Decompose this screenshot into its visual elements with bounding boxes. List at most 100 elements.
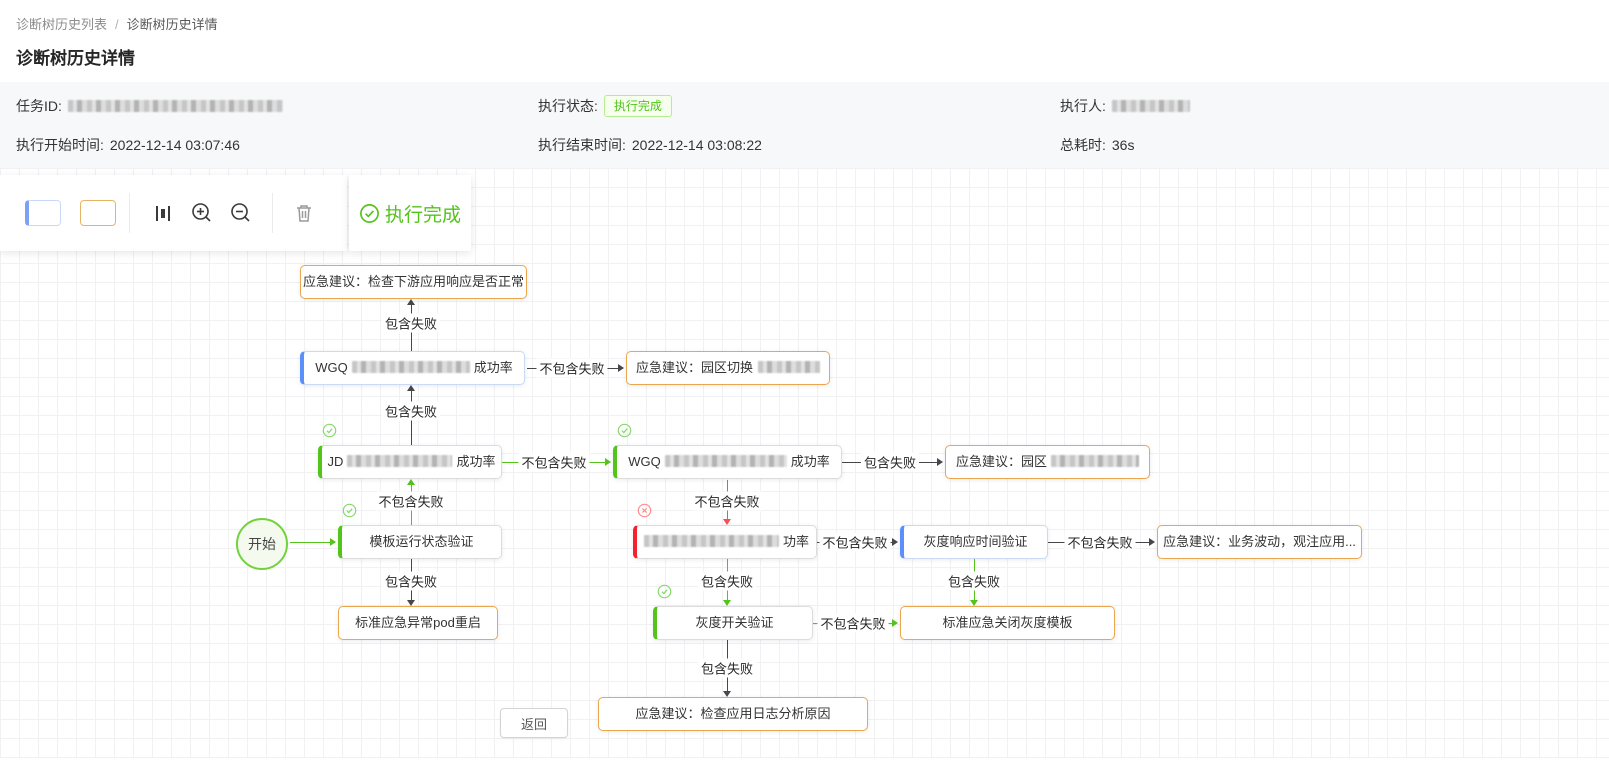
node-label: 灰度开关验证 — [695, 615, 774, 630]
node-close-gray-template[interactable]: 标准应急关闭灰度模板 — [900, 606, 1115, 640]
edge-label: 包含失败 — [381, 401, 441, 421]
start-time-value: 2022-12-14 03:07:46 — [109, 137, 240, 153]
exec-status-badge: 执行完成 — [603, 95, 672, 117]
edge-label: 不包含失败 — [518, 452, 590, 472]
breadcrumb-separator: / — [115, 17, 119, 32]
node-label: 成功率 — [473, 360, 513, 375]
edge-label: 不包含失败 — [691, 491, 763, 511]
page-title: 诊断树历史详情 — [16, 49, 135, 68]
success-status-icon — [342, 503, 357, 518]
task-id-redacted-value — [67, 100, 283, 112]
node-advice-business-fluctuation[interactable]: 应急建议：业务波动，观注应用... — [1157, 525, 1362, 559]
edge-arrow — [937, 458, 943, 466]
redacted-text — [758, 361, 820, 373]
breadcrumb-history-list[interactable]: 诊断树历史列表 — [16, 17, 107, 32]
orange-node-shape-icon[interactable] — [80, 200, 116, 226]
node-label: 应急建议：园区 — [955, 454, 1047, 469]
edge-arrow — [892, 619, 898, 627]
canvas-toolbar — [0, 175, 347, 251]
blue-node-shape-icon[interactable] — [25, 200, 61, 226]
node-advice-check-logs[interactable]: 应急建议：检查应用日志分析原因 — [598, 697, 868, 731]
node-redacted-success-rate[interactable]: 功率 — [633, 525, 817, 559]
success-status-icon — [657, 584, 672, 599]
task-id-label: 任务ID: — [16, 98, 62, 114]
redacted-text — [643, 535, 779, 547]
success-status-icon — [617, 423, 632, 438]
error-status-icon — [637, 503, 652, 518]
node-label: 灰度响应时间验证 — [923, 534, 1028, 549]
executor-label: 执行人: — [1060, 98, 1106, 114]
duration-field: 总耗时: 36s — [1060, 135, 1593, 155]
edge-label: 不包含失败 — [817, 613, 889, 633]
node-gray-response-time-check[interactable]: 灰度响应时间验证 — [900, 525, 1048, 559]
edge-label: 包含失败 — [697, 658, 757, 678]
start-node[interactable]: 开始 — [236, 518, 288, 570]
edge-label: 不包含失败 — [1064, 532, 1136, 552]
node-label: 应急建议：业务波动，观注应用... — [1163, 534, 1356, 549]
fit-view-icon[interactable] — [153, 203, 173, 223]
success-status-icon — [322, 423, 337, 438]
node-wgq-success-rate-1[interactable]: WGQ 成功率 — [300, 351, 525, 385]
node-template-run-status-check[interactable]: 模板运行状态验证 — [338, 525, 502, 559]
toolbar-divider — [272, 193, 273, 233]
redacted-text — [351, 361, 470, 373]
back-button[interactable]: 返回 — [500, 708, 568, 738]
breadcrumb: 诊断树历史列表 / 诊断树历史详情 — [16, 14, 1593, 33]
node-label: 功率 — [782, 534, 809, 549]
execution-status-panel: 执行完成 — [349, 175, 471, 251]
exec-status-field: 执行状态: 执行完成 — [538, 95, 1060, 117]
duration-value: 36s — [1111, 137, 1135, 153]
start-node-label: 开始 — [248, 536, 276, 552]
node-gray-switch-check[interactable]: 灰度开关验证 — [653, 606, 813, 640]
edge-label: 包含失败 — [381, 313, 441, 333]
edge-arrow — [1149, 538, 1155, 546]
node-label: 模板运行状态验证 — [369, 534, 474, 549]
canvas-bottom-mask — [0, 758, 1609, 764]
node-advice-campus-switch[interactable]: 应急建议：园区切换 — [626, 351, 830, 385]
redacted-text — [664, 455, 787, 467]
executor-field: 执行人: — [1060, 95, 1593, 117]
redacted-text — [347, 455, 453, 467]
exec-status-label: 执行状态: — [538, 98, 598, 114]
node-label: 应急建议：检查应用日志分析原因 — [635, 706, 831, 721]
node-label: JD — [327, 454, 344, 469]
edge-arrow — [330, 538, 336, 546]
node-label: 标准应急关闭灰度模板 — [942, 615, 1073, 630]
node-pod-restart[interactable]: 标准应急异常pod重启 — [338, 606, 498, 640]
node-label: 成功率 — [790, 454, 830, 469]
edge-label: 包含失败 — [944, 571, 1004, 591]
execution-status-text: 执行完成 — [384, 204, 461, 226]
delete-icon[interactable] — [293, 202, 315, 224]
node-label: WGQ — [628, 454, 661, 469]
flow-canvas[interactable]: 执行完成 包含失败 不包含失败 包含失败 不包含失败 包含失败 不包含失败 不包… — [0, 168, 1609, 764]
end-time-label: 执行结束时间: — [538, 137, 626, 153]
edge-label: 包含失败 — [860, 452, 920, 472]
edge-arrow — [407, 385, 415, 391]
check-circle-icon — [360, 203, 379, 223]
executor-redacted-value — [1111, 100, 1190, 112]
node-jd-success-rate[interactable]: JD 成功率 — [318, 445, 502, 479]
node-advice-downstream[interactable]: 应急建议：检查下游应用响应是否正常 — [300, 265, 527, 299]
edge-arrow — [605, 458, 611, 466]
node-label: 成功率 — [456, 454, 496, 469]
end-time-value: 2022-12-14 03:08:22 — [631, 137, 762, 153]
edge-arrow — [618, 364, 624, 372]
duration-label: 总耗时: — [1060, 137, 1106, 153]
execution-info-bar: 任务ID: 执行状态: 执行完成 执行人: 执行开始时间: 2022-12-14… — [0, 82, 1609, 168]
edge-line — [290, 542, 332, 543]
edge-label: 不包含失败 — [536, 358, 608, 378]
edge-arrow — [407, 299, 415, 305]
start-time-label: 执行开始时间: — [16, 137, 104, 153]
breadcrumb-current: 诊断树历史详情 — [126, 17, 218, 32]
end-time-field: 执行结束时间: 2022-12-14 03:08:22 — [538, 135, 1060, 155]
zoom-in-icon[interactable] — [190, 201, 214, 225]
zoom-out-icon[interactable] — [229, 201, 253, 225]
node-advice-campus[interactable]: 应急建议：园区 — [945, 445, 1150, 479]
node-wgq-success-rate-2[interactable]: WGQ 成功率 — [613, 445, 842, 479]
back-button-label: 返回 — [520, 716, 547, 732]
page-header: 诊断树历史列表 / 诊断树历史详情 诊断树历史详情 — [0, 0, 1609, 69]
node-label: 应急建议：园区切换 — [635, 360, 753, 375]
toolbar-divider — [129, 193, 130, 233]
edge-label: 不包含失败 — [375, 491, 447, 511]
node-label: WGQ — [315, 360, 348, 375]
